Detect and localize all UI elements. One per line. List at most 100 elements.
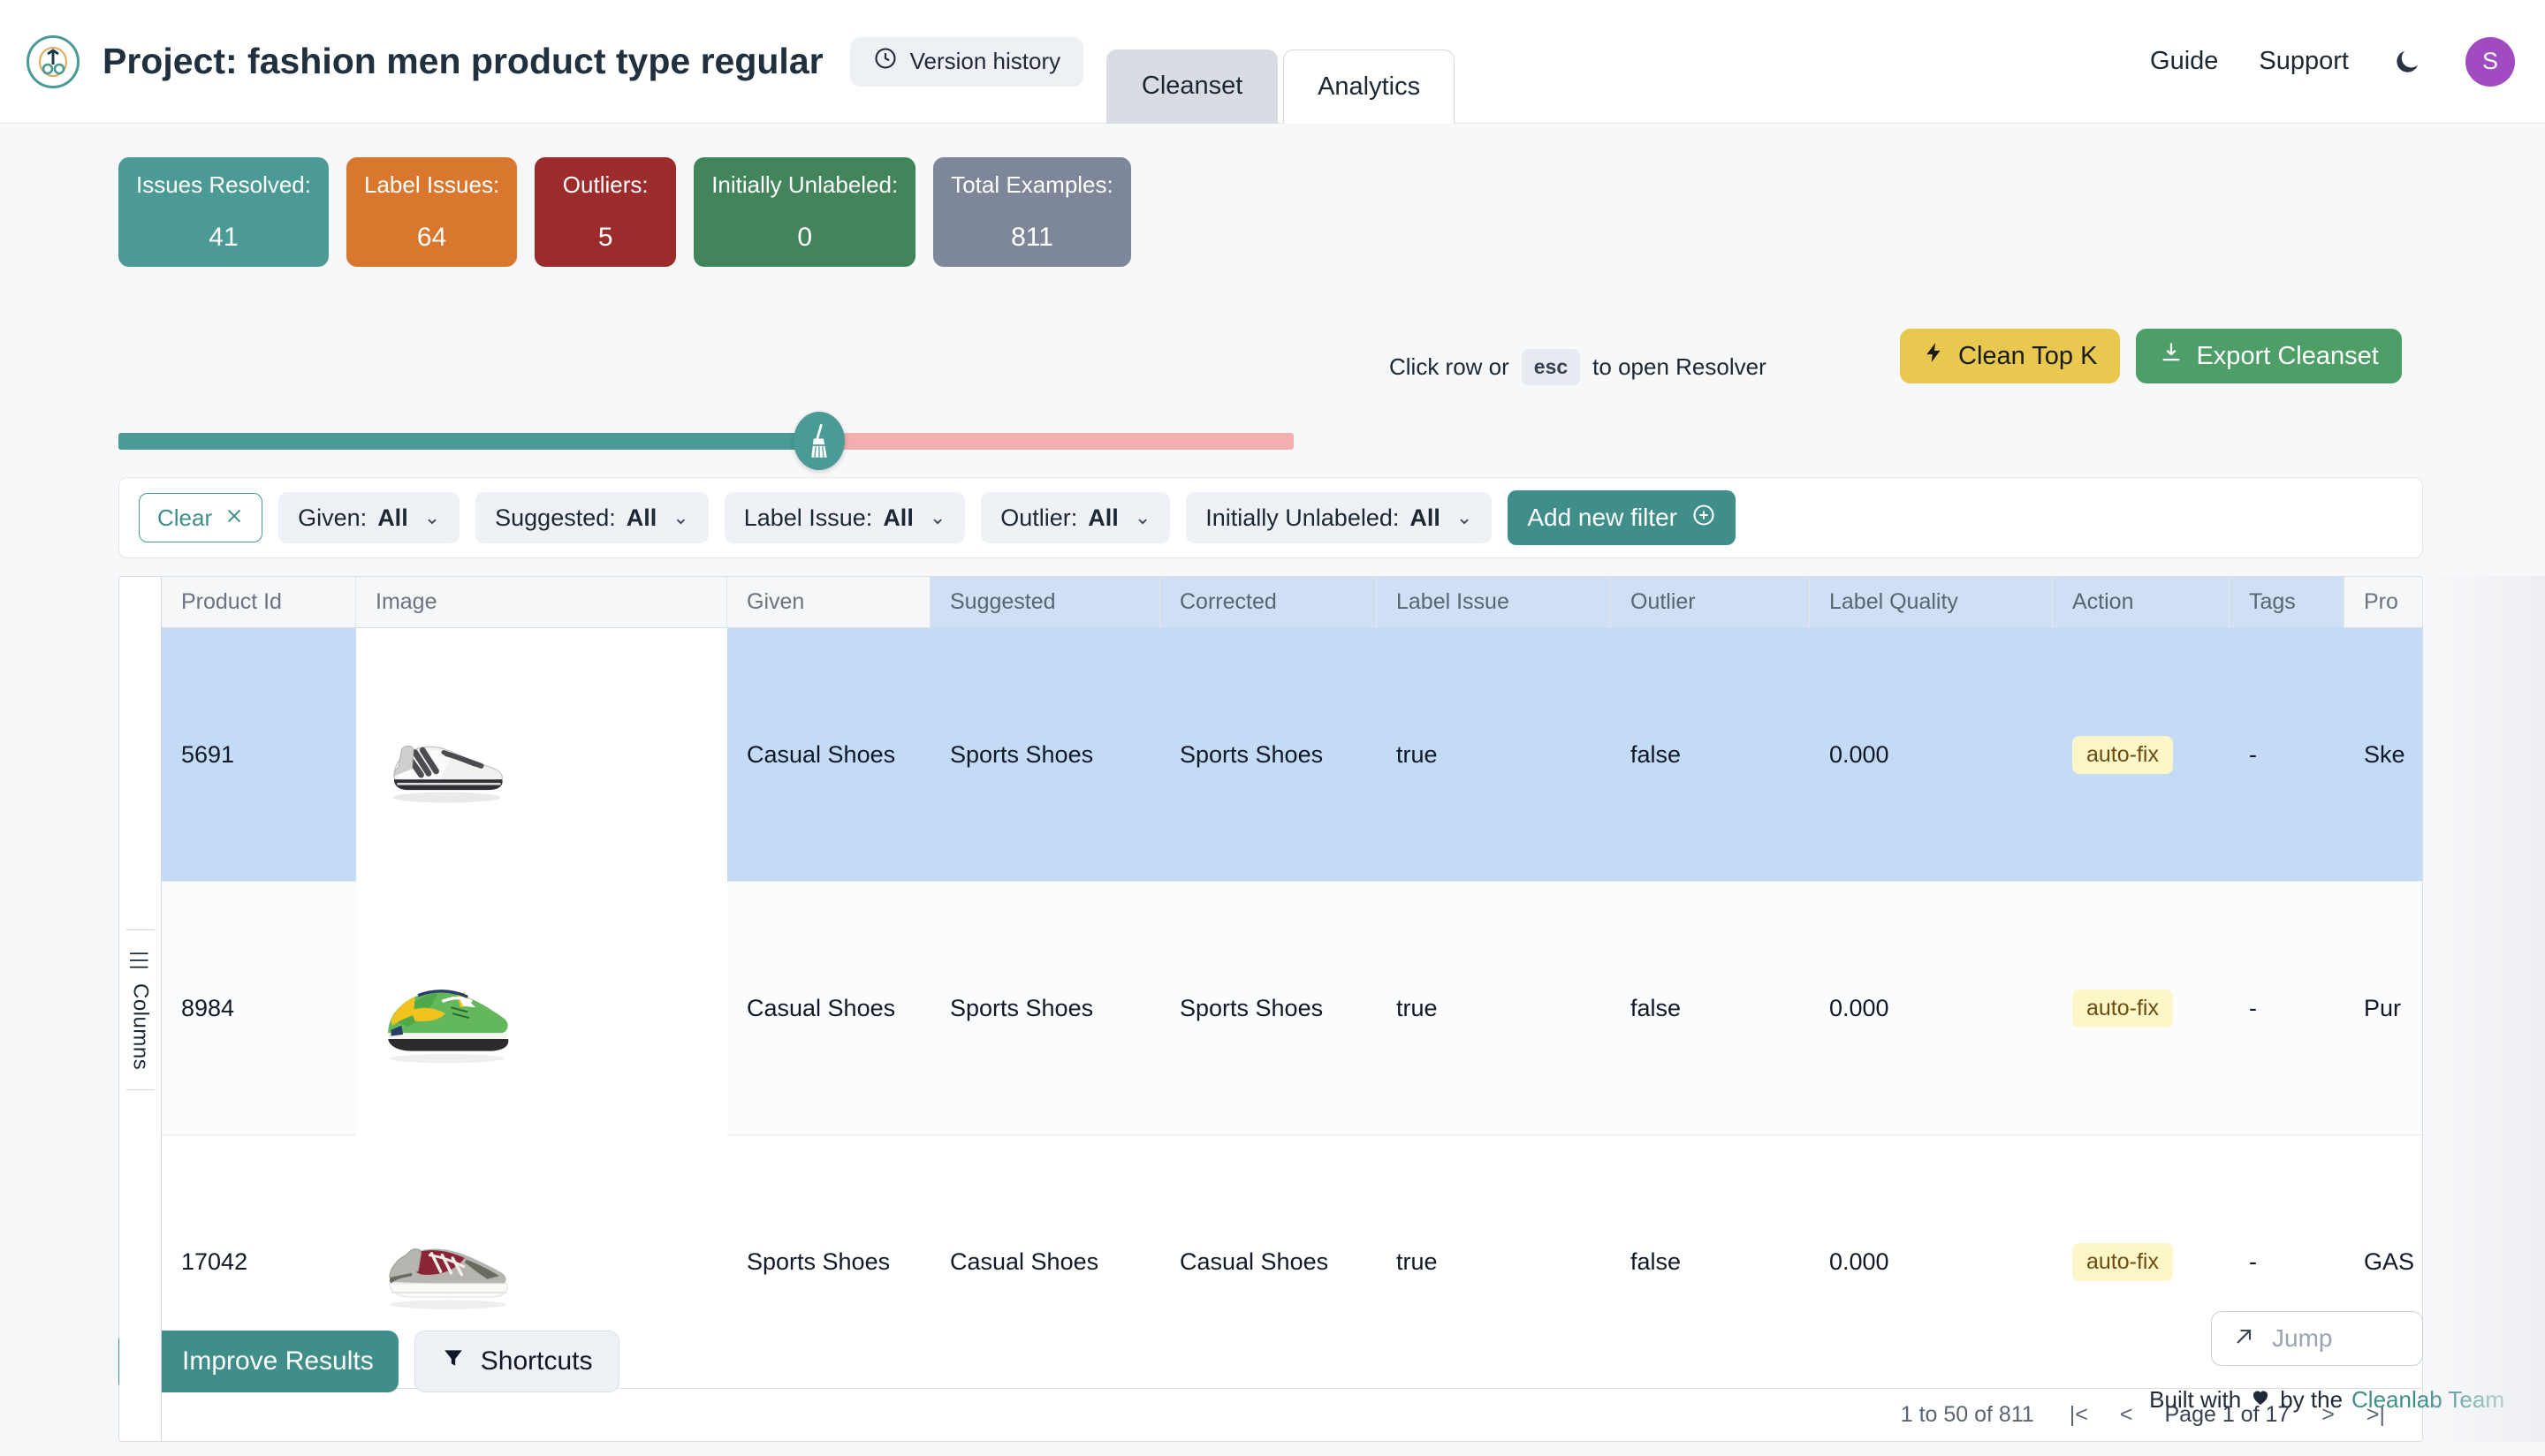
stat-label: Total Examples: [951,173,1113,196]
filter-label-issue[interactable]: Label Issue: All ⌄ [725,492,966,543]
broom-icon[interactable] [794,412,845,470]
cell-corrected: Casual Shoes [1160,1135,1377,1389]
resolver-hint-before: Click row or [1389,353,1509,381]
pagination-range: 1 to 50 of 811 [1901,1402,2034,1428]
clear-filters-button[interactable]: Clear [139,493,262,542]
moon-icon[interactable] [2389,44,2425,80]
column-header-corrected[interactable]: Corrected [1160,577,1377,628]
filter-label-issue-name: Label Issue: [744,504,873,532]
column-header-given[interactable]: Given [727,577,931,628]
filter-suggested-value: All [627,504,657,532]
top-bar-right: Guide Support S [2150,37,2515,87]
first-page-icon[interactable]: |< [2070,1402,2088,1428]
clear-label: Clear [157,504,212,532]
stat-cards: Issues Resolved: 41 Label Issues: 64 Out… [118,157,1131,267]
export-cleanset-button[interactable]: Export Cleanset [2136,329,2401,383]
filter-initially-unlabeled[interactable]: Initially Unlabeled: All ⌄ [1186,492,1492,543]
stat-value: 64 [417,224,446,254]
filter-suggested[interactable]: Suggested: All ⌄ [475,492,709,543]
chevron-down-icon: ⌄ [1135,506,1151,529]
tab-analytics[interactable]: Analytics [1283,49,1455,124]
version-history-label: Version history [910,48,1061,75]
cell-given: Casual Shoes [727,882,931,1135]
heart-icon [2250,1386,2271,1414]
cleanlab-logo-icon[interactable] [27,35,80,88]
filter-bar: Clear Given: All ⌄ Suggested: All ⌄ Labe… [118,477,2423,558]
cell-label-quality: 0.000 [1810,1135,2053,1389]
guide-link[interactable]: Guide [2150,47,2218,76]
table-pagination: 1 to 50 of 811 |< < Page 1 of 17 > >| [119,1388,2423,1441]
add-new-filter-button[interactable]: Add new filter [1508,490,1736,545]
shortcuts-button[interactable]: Shortcuts [414,1331,620,1392]
cell-given: Sports Shoes [727,1135,931,1389]
built-before: Built with [2149,1386,2241,1414]
filter-given[interactable]: Given: All ⌄ [278,492,460,543]
stat-card-total-examples: Total Examples: 811 [933,157,1131,267]
resolver-hint: Click row or esc to open Resolver [1389,349,1766,385]
action-badge[interactable]: auto-fix [2072,1243,2173,1281]
product-image [368,934,519,1084]
table-row[interactable]: 8984 [162,882,2423,1135]
page-title: Project: fashion men product type regula… [103,41,824,82]
export-cleanset-label: Export Cleanset [2196,342,2378,371]
bolt-icon [1923,339,1946,373]
cell-image [356,628,727,882]
column-header-suggested[interactable]: Suggested [931,577,1160,628]
filter-initially-unlabeled-value: All [1409,504,1440,532]
support-link[interactable]: Support [2259,47,2349,76]
main-tabs: Cleanset Analytics [1106,0,1455,124]
version-history-button[interactable]: Version history [850,37,1084,87]
filter-outlier[interactable]: Outlier: All ⌄ [981,492,1170,543]
table-row[interactable]: 5691 [162,628,2423,882]
slider-fill [118,433,818,450]
chevron-down-icon: ⌄ [930,506,946,529]
jump-input[interactable]: Jump [2211,1311,2423,1366]
column-header-outlier[interactable]: Outlier [1611,577,1810,628]
column-header-label-quality[interactable]: Label Quality [1810,577,2053,628]
stat-card-initially-unlabeled: Initially Unlabeled: 0 [694,157,915,267]
column-header-action[interactable]: Action [2053,577,2230,628]
resolver-hint-after: to open Resolver [1592,353,1766,381]
cell-label-issue: true [1377,628,1611,882]
clean-top-k-label: Clean Top K [1958,342,2097,371]
filter-outlier-name: Outlier: [1000,504,1077,532]
arrow-up-right-icon [2231,1324,2256,1354]
tab-analytics-label: Analytics [1318,72,1420,102]
filter-initially-unlabeled-name: Initially Unlabeled: [1205,504,1399,532]
tab-cleanset[interactable]: Cleanset [1106,49,1278,124]
avatar[interactable]: S [2465,37,2515,87]
cell-image [356,882,727,1135]
cleanlab-team-link[interactable]: Cleanlab Team [2351,1386,2504,1414]
product-image [368,680,519,830]
cell-action: auto-fix [2053,628,2230,882]
filter-given-value: All [377,504,408,532]
cell-outlier: false [1611,628,1810,882]
column-header-product[interactable]: Pro [2344,577,2423,628]
column-header-tags[interactable]: Tags [2230,577,2344,628]
columns-rail-button[interactable]: ||| Columns [119,577,162,1442]
chevron-down-icon: ⌄ [1456,506,1472,529]
cell-corrected: Sports Shoes [1160,882,1377,1135]
column-header-product-id[interactable]: Product Id [162,577,356,628]
shortcuts-label: Shortcuts [481,1346,593,1376]
clean-threshold-slider[interactable] [118,424,1294,456]
action-badge[interactable]: auto-fix [2072,736,2173,774]
action-badge[interactable]: auto-fix [2072,990,2173,1028]
stat-value: 41 [209,224,238,254]
cell-suggested: Sports Shoes [931,628,1160,882]
prev-page-icon[interactable]: < [2120,1402,2133,1428]
page-body: Issues Resolved: 41 Label Issues: 64 Out… [0,124,2545,1456]
top-bar: Project: fashion men product type regula… [0,0,2545,124]
cell-outlier: false [1611,882,1810,1135]
column-header-label-issue[interactable]: Label Issue [1377,577,1611,628]
built-with-footer: Built with by the Cleanlab Team [2149,1386,2504,1414]
column-header-image[interactable]: Image [356,577,727,628]
cell-suggested: Casual Shoes [931,1135,1160,1389]
clean-top-k-button[interactable]: Clean Top K [1900,329,2120,383]
stat-card-label-issues: Label Issues: 64 [346,157,517,267]
cleanset-table: ||| Columns Product Id Image Given Sugge… [118,576,2423,1442]
cell-action: auto-fix [2053,1135,2230,1389]
table-header-row: Product Id Image Given Suggested Correct… [162,577,2423,628]
stat-card-issues-resolved: Issues Resolved: 41 [118,157,329,267]
cell-suggested: Sports Shoes [931,882,1160,1135]
